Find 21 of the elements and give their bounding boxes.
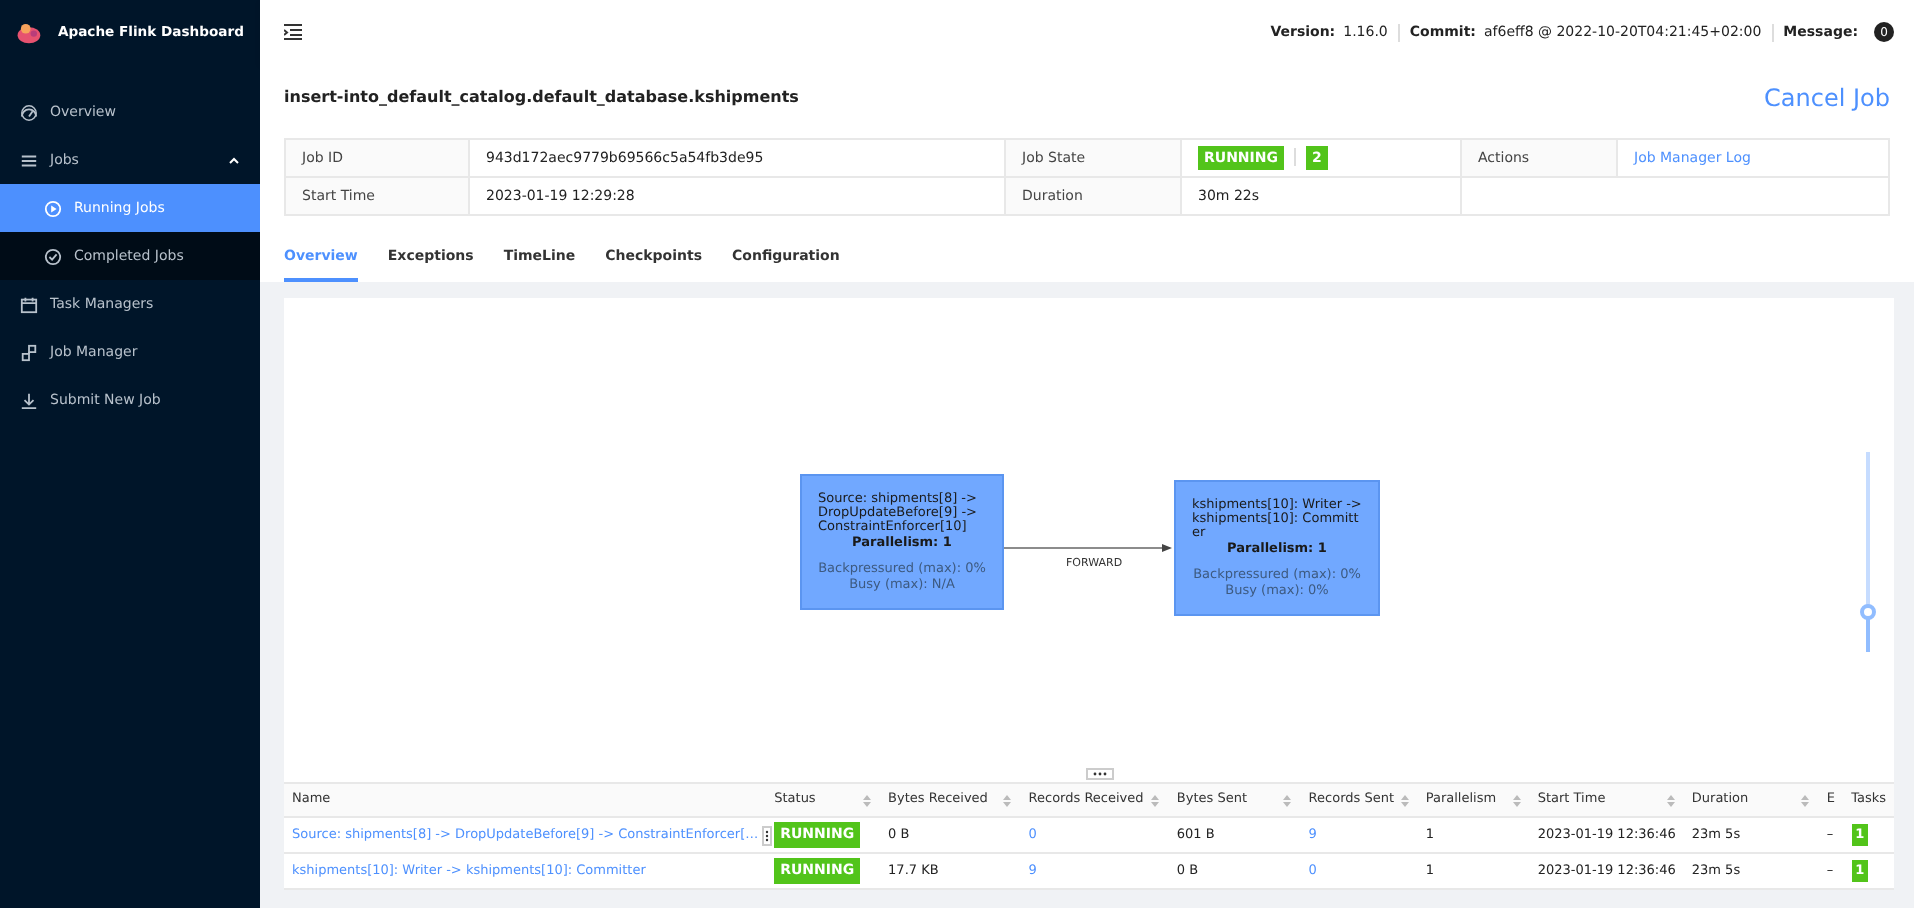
sort-icon[interactable] [1282,793,1293,807]
download-icon [20,391,38,409]
resize-handle-icon[interactable] [1086,768,1114,780]
resize-handle-icon[interactable] [762,826,773,846]
check-circle-icon [44,247,62,265]
sort-icon[interactable] [1002,793,1013,807]
gauge-icon [20,103,38,121]
sort-icon[interactable] [862,793,873,807]
menu-icon[interactable] [284,24,302,40]
sort-icon[interactable] [1150,793,1161,807]
menu-icon [20,151,38,169]
zoom-slider[interactable] [1860,451,1876,651]
sort-icon[interactable] [1665,793,1676,807]
caret-icon [228,156,240,164]
sort-icon[interactable] [1511,793,1522,807]
nodes-icon [20,343,38,361]
sort-icon[interactable] [1399,793,1410,807]
play-circle-icon [44,199,62,217]
sort-icon[interactable] [1800,793,1811,807]
job-title: insert-into_default_catalog.default_database.kshipments [284,88,799,108]
calendar-icon [20,295,38,313]
